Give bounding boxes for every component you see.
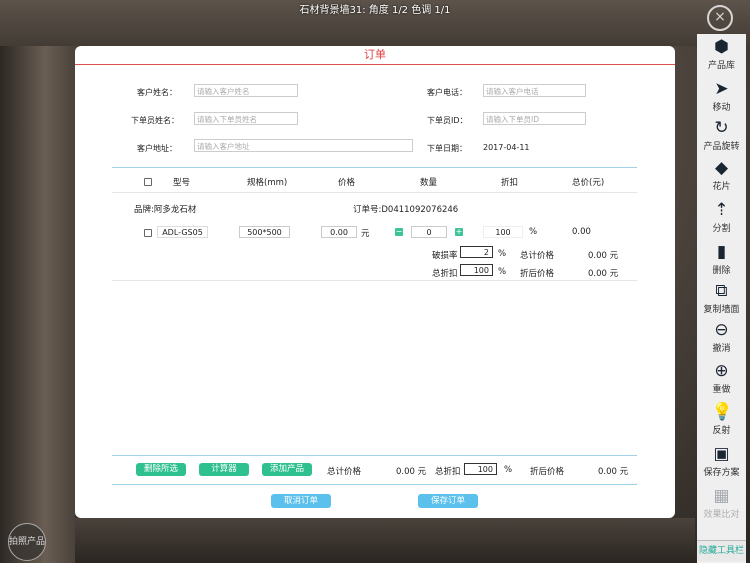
- discount-unit: %: [529, 227, 538, 237]
- row-total: 0.00: [572, 227, 591, 237]
- qty-minus-button[interactable]: −: [395, 228, 403, 236]
- save-icon: ▣: [713, 444, 730, 464]
- scene-left-wall: [0, 46, 75, 563]
- tool-delete[interactable]: ▮ 删除: [697, 242, 746, 276]
- order-date-value: 2017-04-11: [483, 143, 530, 152]
- header-separator: [112, 167, 637, 168]
- photo-product-button[interactable]: 拍照产品: [8, 523, 46, 561]
- col-total: 总价(元): [572, 178, 605, 188]
- scene-title: 石材背景墙31: 角度 1/2 色调 1/1: [299, 5, 451, 16]
- tool-copy-wall[interactable]: ⧉ 复制墙面: [697, 281, 746, 315]
- footer-total-price-value: 0.00 元: [396, 467, 427, 477]
- footer-separator-bottom: [112, 484, 637, 485]
- footer-discount-unit: %: [504, 465, 513, 475]
- footer-total-discount-label: 总折扣: [435, 467, 461, 477]
- add-product-button[interactable]: 添加产品: [262, 463, 312, 476]
- right-toolbar: ⬢ 产品库 ➤ 移动 ↻ 产品旋转 ◆ 花片 ⇡ 分割 ▮ 删除 ⧉ 复制墙面 ⊖ 撤消 ⊕ 重做…: [697, 34, 746, 563]
- staff-id-label: 下单员ID：: [427, 116, 468, 125]
- loss-rate-label: 破损率: [432, 251, 458, 261]
- redo-icon: ⊕: [714, 361, 729, 381]
- loss-rate-unit: %: [498, 249, 507, 259]
- table-header-divider: [112, 192, 637, 193]
- col-quantity: 数量: [420, 178, 438, 188]
- row-divider: [112, 280, 637, 281]
- row-checkbox[interactable]: [144, 229, 152, 237]
- row-after-discount-label: 折后价格: [520, 269, 555, 279]
- footer-after-discount-label: 折后价格: [530, 467, 565, 477]
- customer-name-input[interactable]: 请输入客户姓名: [194, 84, 298, 97]
- tool-split[interactable]: ⇡ 分割: [697, 200, 746, 234]
- footer-separator-top: [112, 455, 637, 456]
- select-all-checkbox[interactable]: [144, 178, 152, 186]
- address-input[interactable]: 请输入客户地址: [194, 139, 413, 152]
- brand-label: 品牌:阿多龙石材: [134, 205, 197, 215]
- dialog-title: 订单: [75, 46, 675, 65]
- order-dialog: 订单 客户姓名： 请输入客户姓名 客户电话： 请输入客户电话 下单员姓名： 请输…: [75, 46, 675, 518]
- tool-redo[interactable]: ⊕ 重做: [697, 361, 746, 395]
- footer-total-price-label: 总计价格: [327, 467, 362, 477]
- discount-field[interactable]: 100: [483, 226, 523, 238]
- cubes-icon: ⬢: [714, 37, 729, 57]
- rotate-icon: ↻: [714, 118, 729, 138]
- tool-rotate[interactable]: ↻ 产品旋转: [697, 118, 746, 152]
- split-icon: ⇡: [714, 200, 729, 220]
- qty-plus-button[interactable]: +: [455, 228, 463, 236]
- spec-field[interactable]: 500*500: [239, 226, 290, 238]
- hide-toolbar-button[interactable]: 隐藏工具栏: [697, 540, 746, 561]
- customer-phone-input[interactable]: 请输入客户电话: [483, 84, 586, 97]
- footer-total-discount-input[interactable]: 100: [464, 463, 497, 475]
- close-icon[interactable]: ×: [707, 5, 733, 31]
- tool-pattern[interactable]: ◆ 花片: [697, 158, 746, 192]
- tool-reflection[interactable]: 💡 反射: [697, 402, 746, 436]
- tool-product-library[interactable]: ⬢ 产品库: [697, 37, 746, 71]
- col-model: 型号: [173, 178, 191, 188]
- customer-phone-label: 客户电话：: [427, 88, 467, 97]
- undo-icon: ⊖: [714, 320, 729, 340]
- row-total-price-value: 0.00 元: [588, 251, 619, 261]
- row-after-discount-value: 0.00 元: [588, 269, 619, 279]
- model-field[interactable]: ADL-GS05: [157, 226, 208, 238]
- save-order-button[interactable]: 保存订单: [418, 494, 478, 508]
- col-price: 价格: [338, 178, 356, 188]
- staff-name-label: 下单员姓名：: [131, 116, 179, 125]
- customer-name-label: 客户姓名：: [137, 88, 177, 97]
- total-discount-input[interactable]: 100: [460, 264, 493, 276]
- cancel-order-button[interactable]: 取消订单: [271, 494, 331, 508]
- address-label: 客户地址：: [137, 144, 177, 153]
- delete-selected-button[interactable]: 删除所选: [136, 463, 186, 476]
- arrow-icon: ➤: [714, 79, 729, 99]
- total-discount-label: 总折扣: [432, 269, 458, 279]
- copy-icon: ⧉: [715, 281, 728, 301]
- calculator-button[interactable]: 计算器: [199, 463, 249, 476]
- diamond-icon: ◆: [714, 158, 729, 178]
- price-unit: 元: [361, 229, 370, 239]
- col-spec: 规格(mm): [247, 178, 288, 188]
- loss-rate-input[interactable]: 2: [460, 246, 493, 258]
- scene-floor: [75, 518, 695, 563]
- total-discount-unit: %: [498, 267, 507, 277]
- staff-id-input[interactable]: 请输入下单员ID: [483, 112, 586, 125]
- bulb-icon: 💡: [711, 402, 733, 422]
- price-field[interactable]: 0.00: [321, 226, 357, 238]
- trash-icon: ▮: [716, 242, 727, 262]
- quantity-field[interactable]: 0: [411, 226, 447, 238]
- order-date-label: 下单日期：: [427, 144, 467, 153]
- footer-after-discount-value: 0.00 元: [598, 467, 629, 477]
- staff-name-input[interactable]: 请输入下单员姓名: [194, 112, 298, 125]
- compare-icon: ▦: [713, 486, 730, 506]
- tool-save-scheme[interactable]: ▣ 保存方案: [697, 444, 746, 478]
- tool-move[interactable]: ➤ 移动: [697, 79, 746, 113]
- row-total-price-label: 总计价格: [520, 251, 555, 261]
- tool-undo[interactable]: ⊖ 撤消: [697, 320, 746, 354]
- order-number: 订单号:D0411092076246: [353, 205, 459, 215]
- tool-compare[interactable]: ▦ 效果比对: [697, 486, 746, 520]
- col-discount: 折扣: [501, 178, 519, 188]
